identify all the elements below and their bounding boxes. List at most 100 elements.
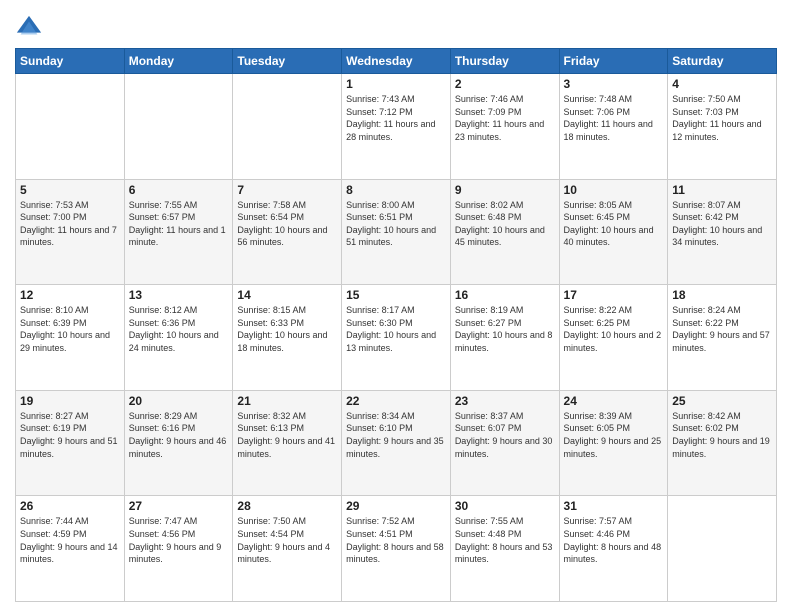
header-day-sunday: Sunday bbox=[16, 49, 125, 74]
day-cell: 25 Sunrise: 8:42 AMSunset: 6:02 PMDaylig… bbox=[668, 390, 777, 496]
day-cell: 30 Sunrise: 7:55 AMSunset: 4:48 PMDaylig… bbox=[450, 496, 559, 602]
day-number: 8 bbox=[346, 183, 446, 197]
day-number: 21 bbox=[237, 394, 337, 408]
week-row-2: 12 Sunrise: 8:10 AMSunset: 6:39 PMDaylig… bbox=[16, 285, 777, 391]
day-cell: 24 Sunrise: 8:39 AMSunset: 6:05 PMDaylig… bbox=[559, 390, 668, 496]
day-number: 20 bbox=[129, 394, 229, 408]
day-number: 29 bbox=[346, 499, 446, 513]
day-number: 15 bbox=[346, 288, 446, 302]
day-info: Sunrise: 8:19 AMSunset: 6:27 PMDaylight:… bbox=[455, 305, 553, 353]
day-number: 5 bbox=[20, 183, 120, 197]
day-number: 9 bbox=[455, 183, 555, 197]
day-cell: 8 Sunrise: 8:00 AMSunset: 6:51 PMDayligh… bbox=[342, 179, 451, 285]
day-cell: 5 Sunrise: 7:53 AMSunset: 7:00 PMDayligh… bbox=[16, 179, 125, 285]
header-day-thursday: Thursday bbox=[450, 49, 559, 74]
day-number: 31 bbox=[564, 499, 664, 513]
day-number: 4 bbox=[672, 77, 772, 91]
day-number: 14 bbox=[237, 288, 337, 302]
day-info: Sunrise: 8:22 AMSunset: 6:25 PMDaylight:… bbox=[564, 305, 662, 353]
day-number: 19 bbox=[20, 394, 120, 408]
day-number: 16 bbox=[455, 288, 555, 302]
header-day-monday: Monday bbox=[124, 49, 233, 74]
day-info: Sunrise: 8:12 AMSunset: 6:36 PMDaylight:… bbox=[129, 305, 219, 353]
calendar-table: SundayMondayTuesdayWednesdayThursdayFrid… bbox=[15, 48, 777, 602]
day-number: 17 bbox=[564, 288, 664, 302]
header-day-saturday: Saturday bbox=[668, 49, 777, 74]
week-row-4: 26 Sunrise: 7:44 AMSunset: 4:59 PMDaylig… bbox=[16, 496, 777, 602]
day-cell: 4 Sunrise: 7:50 AMSunset: 7:03 PMDayligh… bbox=[668, 74, 777, 180]
day-info: Sunrise: 8:17 AMSunset: 6:30 PMDaylight:… bbox=[346, 305, 436, 353]
day-info: Sunrise: 7:55 AMSunset: 6:57 PMDaylight:… bbox=[129, 200, 226, 248]
day-number: 3 bbox=[564, 77, 664, 91]
day-info: Sunrise: 7:50 AMSunset: 7:03 PMDaylight:… bbox=[672, 94, 761, 142]
day-number: 18 bbox=[672, 288, 772, 302]
day-number: 10 bbox=[564, 183, 664, 197]
page: SundayMondayTuesdayWednesdayThursdayFrid… bbox=[0, 0, 792, 612]
header bbox=[15, 10, 777, 42]
day-info: Sunrise: 8:05 AMSunset: 6:45 PMDaylight:… bbox=[564, 200, 654, 248]
day-cell: 15 Sunrise: 8:17 AMSunset: 6:30 PMDaylig… bbox=[342, 285, 451, 391]
day-number: 28 bbox=[237, 499, 337, 513]
day-cell: 17 Sunrise: 8:22 AMSunset: 6:25 PMDaylig… bbox=[559, 285, 668, 391]
day-info: Sunrise: 7:47 AMSunset: 4:56 PMDaylight:… bbox=[129, 516, 222, 564]
day-cell: 18 Sunrise: 8:24 AMSunset: 6:22 PMDaylig… bbox=[668, 285, 777, 391]
day-info: Sunrise: 7:55 AMSunset: 4:48 PMDaylight:… bbox=[455, 516, 553, 564]
day-cell: 11 Sunrise: 8:07 AMSunset: 6:42 PMDaylig… bbox=[668, 179, 777, 285]
day-cell: 3 Sunrise: 7:48 AMSunset: 7:06 PMDayligh… bbox=[559, 74, 668, 180]
header-day-tuesday: Tuesday bbox=[233, 49, 342, 74]
day-cell: 14 Sunrise: 8:15 AMSunset: 6:33 PMDaylig… bbox=[233, 285, 342, 391]
day-cell: 31 Sunrise: 7:57 AMSunset: 4:46 PMDaylig… bbox=[559, 496, 668, 602]
day-cell: 6 Sunrise: 7:55 AMSunset: 6:57 PMDayligh… bbox=[124, 179, 233, 285]
day-info: Sunrise: 8:00 AMSunset: 6:51 PMDaylight:… bbox=[346, 200, 436, 248]
day-cell: 13 Sunrise: 8:12 AMSunset: 6:36 PMDaylig… bbox=[124, 285, 233, 391]
day-cell: 22 Sunrise: 8:34 AMSunset: 6:10 PMDaylig… bbox=[342, 390, 451, 496]
week-row-1: 5 Sunrise: 7:53 AMSunset: 7:00 PMDayligh… bbox=[16, 179, 777, 285]
day-info: Sunrise: 8:42 AMSunset: 6:02 PMDaylight:… bbox=[672, 411, 770, 459]
day-number: 24 bbox=[564, 394, 664, 408]
day-number: 27 bbox=[129, 499, 229, 513]
day-info: Sunrise: 8:15 AMSunset: 6:33 PMDaylight:… bbox=[237, 305, 327, 353]
day-info: Sunrise: 8:32 AMSunset: 6:13 PMDaylight:… bbox=[237, 411, 335, 459]
day-cell: 28 Sunrise: 7:50 AMSunset: 4:54 PMDaylig… bbox=[233, 496, 342, 602]
day-cell: 9 Sunrise: 8:02 AMSunset: 6:48 PMDayligh… bbox=[450, 179, 559, 285]
day-number: 22 bbox=[346, 394, 446, 408]
day-number: 23 bbox=[455, 394, 555, 408]
day-info: Sunrise: 7:48 AMSunset: 7:06 PMDaylight:… bbox=[564, 94, 653, 142]
day-cell: 20 Sunrise: 8:29 AMSunset: 6:16 PMDaylig… bbox=[124, 390, 233, 496]
header-day-friday: Friday bbox=[559, 49, 668, 74]
day-cell: 2 Sunrise: 7:46 AMSunset: 7:09 PMDayligh… bbox=[450, 74, 559, 180]
day-info: Sunrise: 8:10 AMSunset: 6:39 PMDaylight:… bbox=[20, 305, 110, 353]
day-cell: 27 Sunrise: 7:47 AMSunset: 4:56 PMDaylig… bbox=[124, 496, 233, 602]
day-info: Sunrise: 7:53 AMSunset: 7:00 PMDaylight:… bbox=[20, 200, 117, 248]
day-cell bbox=[233, 74, 342, 180]
week-row-3: 19 Sunrise: 8:27 AMSunset: 6:19 PMDaylig… bbox=[16, 390, 777, 496]
day-number: 12 bbox=[20, 288, 120, 302]
day-number: 7 bbox=[237, 183, 337, 197]
day-info: Sunrise: 8:07 AMSunset: 6:42 PMDaylight:… bbox=[672, 200, 762, 248]
day-info: Sunrise: 7:50 AMSunset: 4:54 PMDaylight:… bbox=[237, 516, 330, 564]
day-info: Sunrise: 7:44 AMSunset: 4:59 PMDaylight:… bbox=[20, 516, 118, 564]
day-number: 11 bbox=[672, 183, 772, 197]
day-cell: 26 Sunrise: 7:44 AMSunset: 4:59 PMDaylig… bbox=[16, 496, 125, 602]
day-number: 30 bbox=[455, 499, 555, 513]
logo bbox=[15, 14, 45, 42]
day-info: Sunrise: 7:57 AMSunset: 4:46 PMDaylight:… bbox=[564, 516, 662, 564]
day-cell: 12 Sunrise: 8:10 AMSunset: 6:39 PMDaylig… bbox=[16, 285, 125, 391]
day-cell: 1 Sunrise: 7:43 AMSunset: 7:12 PMDayligh… bbox=[342, 74, 451, 180]
day-info: Sunrise: 7:43 AMSunset: 7:12 PMDaylight:… bbox=[346, 94, 435, 142]
day-cell: 19 Sunrise: 8:27 AMSunset: 6:19 PMDaylig… bbox=[16, 390, 125, 496]
day-info: Sunrise: 7:58 AMSunset: 6:54 PMDaylight:… bbox=[237, 200, 327, 248]
day-info: Sunrise: 7:52 AMSunset: 4:51 PMDaylight:… bbox=[346, 516, 444, 564]
day-info: Sunrise: 8:39 AMSunset: 6:05 PMDaylight:… bbox=[564, 411, 662, 459]
day-cell bbox=[124, 74, 233, 180]
day-cell: 23 Sunrise: 8:37 AMSunset: 6:07 PMDaylig… bbox=[450, 390, 559, 496]
day-cell bbox=[668, 496, 777, 602]
day-cell: 29 Sunrise: 7:52 AMSunset: 4:51 PMDaylig… bbox=[342, 496, 451, 602]
day-cell: 21 Sunrise: 8:32 AMSunset: 6:13 PMDaylig… bbox=[233, 390, 342, 496]
day-info: Sunrise: 8:24 AMSunset: 6:22 PMDaylight:… bbox=[672, 305, 770, 353]
day-cell: 16 Sunrise: 8:19 AMSunset: 6:27 PMDaylig… bbox=[450, 285, 559, 391]
day-cell: 7 Sunrise: 7:58 AMSunset: 6:54 PMDayligh… bbox=[233, 179, 342, 285]
day-info: Sunrise: 8:27 AMSunset: 6:19 PMDaylight:… bbox=[20, 411, 118, 459]
day-info: Sunrise: 8:37 AMSunset: 6:07 PMDaylight:… bbox=[455, 411, 553, 459]
day-number: 13 bbox=[129, 288, 229, 302]
